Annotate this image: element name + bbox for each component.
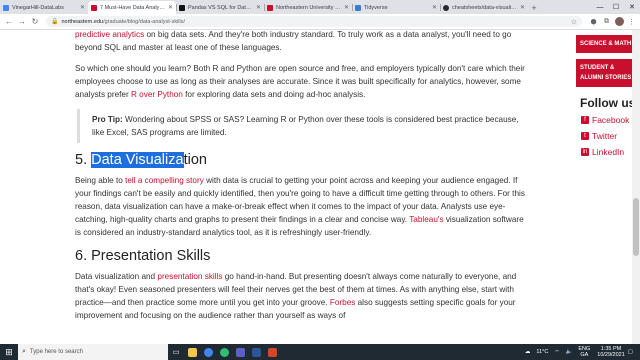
tab-cheatsheets[interactable]: cheatsheets/data-visualization ✕ [440, 1, 528, 14]
category-science-math[interactable]: SCIENCE & MATH [576, 35, 640, 53]
tab-title: 7 Must-Have Data Analyst Skills [100, 4, 166, 11]
chrome-icon[interactable] [200, 344, 216, 360]
facebook-icon: f [581, 116, 589, 124]
paragraph-which-language: So which one should you learn? Both R an… [75, 64, 525, 99]
tab-data-analyst-skills[interactable]: 7 Must-Have Data Analyst Skills ✕ [88, 1, 176, 14]
github-icon [443, 4, 449, 11]
pro-tip-label: Pro Tip: [92, 115, 123, 124]
powerpoint-icon[interactable] [264, 344, 280, 360]
close-icon[interactable]: ✕ [168, 4, 173, 11]
system-tray: ☁ 11°C ⌔ 🔈 ENG GA 1:35 PM 10/29/2021 ▢ [522, 346, 640, 359]
close-icon[interactable]: ✕ [256, 4, 261, 11]
tab-vinegarhill[interactable]: VinegarHill-DataLabs ✕ [0, 1, 88, 14]
close-window-icon[interactable]: ✕ [624, 0, 640, 14]
favicon-icon [267, 4, 273, 11]
reload-icon[interactable]: ↻ [29, 16, 41, 28]
blog-sidebar: SCIENCE & MATH STUDENT & ALUMNI STORIES … [576, 30, 640, 163]
link-presentation-skills[interactable]: presentation skills [157, 272, 222, 281]
tab-title: Northeastern University - Applicati… [276, 4, 342, 11]
tab-title: Tidyverse [364, 4, 388, 11]
forward-icon[interactable]: → [16, 16, 28, 28]
word-icon[interactable] [248, 344, 264, 360]
windows-taskbar: ⊞ ⌕ Type here to search ▭ ☁ 11°C ⌔ 🔈 ENG… [0, 344, 640, 360]
link-forbes[interactable]: Forbes [330, 298, 355, 307]
browser-tab-strip: VinegarHill-DataLabs ✕ 7 Must-Have Data … [0, 0, 640, 14]
edge-icon[interactable] [216, 344, 232, 360]
tab-title: Pandas VS SQL for Data Analysis [188, 4, 254, 11]
selected-text[interactable]: Data Visualiza [91, 152, 184, 168]
minimize-icon[interactable]: — [592, 0, 608, 14]
menu-icon[interactable]: ⋮ [626, 16, 637, 27]
twitter-icon: t [581, 132, 589, 140]
new-tab-button[interactable]: + [528, 1, 540, 14]
paragraph-data-visualization: Being able to tell a compelling story wi… [75, 176, 525, 237]
tab-tidyverse[interactable]: Tidyverse ✕ [352, 1, 440, 14]
page-scrollbar[interactable] [632, 30, 640, 344]
heading-presentation-skills: 6. Presentation Skills [75, 248, 211, 264]
window-controls: — ☐ ✕ [592, 0, 640, 14]
favicon-icon [3, 4, 9, 11]
back-icon[interactable]: ← [3, 16, 15, 28]
link-r-over-python[interactable]: R over Python [131, 90, 183, 99]
follow-us-heading: Follow us [580, 96, 636, 110]
close-icon[interactable]: ✕ [432, 4, 437, 11]
tab-pandas-vs-sql[interactable]: Pandas VS SQL for Data Analysis ✕ [176, 1, 264, 14]
clock[interactable]: 1:35 PM 10/29/2021 [597, 346, 625, 359]
extensions-puzzle-icon[interactable]: ⧉ [601, 16, 612, 27]
link-tableau[interactable]: Tableau's [409, 215, 443, 224]
tab-title: cheatsheets/data-visualization [452, 4, 518, 11]
taskbar-search[interactable]: ⌕ Type here to search [18, 344, 168, 360]
extension-icon[interactable]: ⬢ [588, 16, 599, 27]
search-placeholder: Type here to search [29, 349, 83, 355]
tab-title: VinegarHill-DataLabs [12, 4, 64, 11]
favicon-icon [91, 4, 97, 11]
heading-data-visualization: 5. Data Visualization [75, 152, 207, 168]
teams-icon[interactable] [232, 344, 248, 360]
maximize-icon[interactable]: ☐ [608, 0, 624, 14]
file-explorer-icon[interactable] [184, 344, 200, 360]
url-path: /graduate/blog/data-analyst-skills/ [103, 18, 186, 25]
windows-start-icon[interactable]: ⊞ [0, 344, 18, 360]
weather-icon[interactable]: ☁ [525, 349, 531, 355]
url-host: northeastern.edu [61, 18, 104, 25]
profile-avatar[interactable] [615, 17, 624, 26]
task-view-icon[interactable]: ▭ [168, 344, 184, 360]
weather-temp[interactable]: 11°C [536, 349, 548, 355]
volume-icon[interactable]: 🔈 [565, 349, 572, 355]
article-body: predictive analytics on big data sets. A… [75, 30, 530, 330]
favicon-icon [355, 4, 361, 11]
lock-icon: 🔒 [51, 19, 59, 25]
link-compelling-story[interactable]: tell a compelling story [125, 176, 204, 185]
scrollbar-thumb[interactable] [633, 198, 639, 256]
category-student-alumni[interactable]: STUDENT & ALUMNI STORIES [576, 59, 640, 87]
close-icon[interactable]: ✕ [344, 4, 349, 11]
wifi-icon[interactable]: ⌔ [554, 349, 559, 356]
close-icon[interactable]: ✕ [80, 4, 85, 11]
paragraph-presentation-skills: Data visualization and presentation skil… [75, 272, 517, 320]
bookmark-star-icon[interactable]: ☆ [571, 18, 577, 26]
paragraph-r-python-intro: predictive analytics on big data sets. A… [75, 30, 512, 52]
browser-toolbar: ← → ↻ 🔒 northeastern.edu /graduate/blog/… [0, 14, 640, 30]
favicon-icon [179, 4, 185, 11]
link-predictive-analytics[interactable]: predictive analytics [75, 30, 144, 39]
language-indicator[interactable]: ENG GA [578, 346, 590, 358]
close-icon[interactable]: ✕ [520, 4, 525, 11]
linkedin-icon: in [581, 148, 589, 156]
page-viewport: predictive analytics on big data sets. A… [0, 30, 640, 344]
pro-tip-callout: Pro Tip: Wondering about SPSS or SAS? Le… [77, 109, 530, 143]
notifications-icon[interactable]: ▢ [628, 349, 633, 355]
address-bar[interactable]: 🔒 northeastern.edu /graduate/blog/data-a… [46, 16, 582, 27]
search-icon: ⌕ [22, 348, 26, 355]
tab-northeastern[interactable]: Northeastern University - Applicati… ✕ [264, 1, 352, 14]
